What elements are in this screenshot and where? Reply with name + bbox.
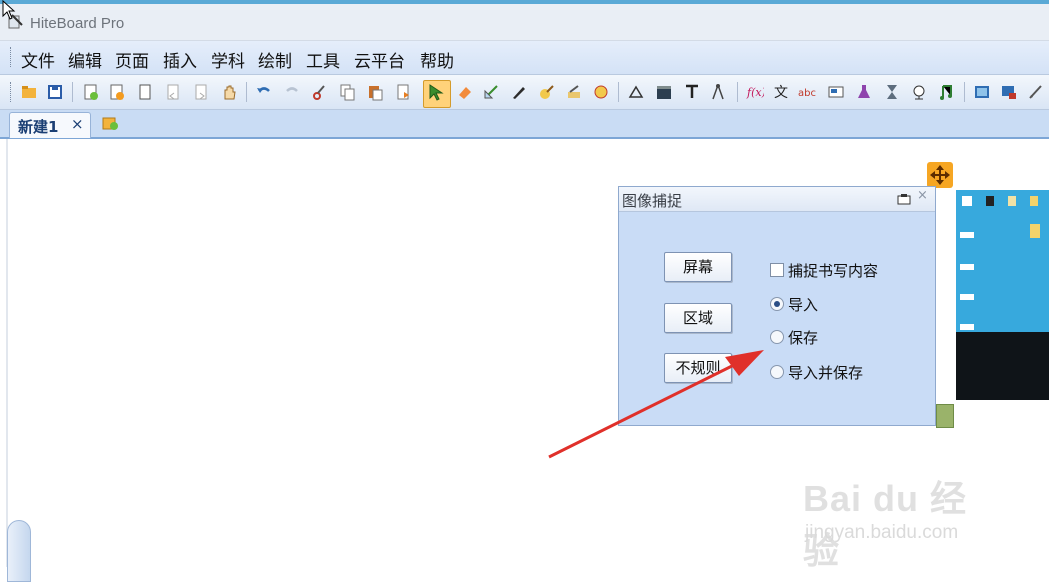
- watermark-url: jingyan.baidu.com: [805, 522, 959, 543]
- baidu-jingyan-watermark: Bai du 经验 jingyan.baidu.com: [803, 470, 1003, 571]
